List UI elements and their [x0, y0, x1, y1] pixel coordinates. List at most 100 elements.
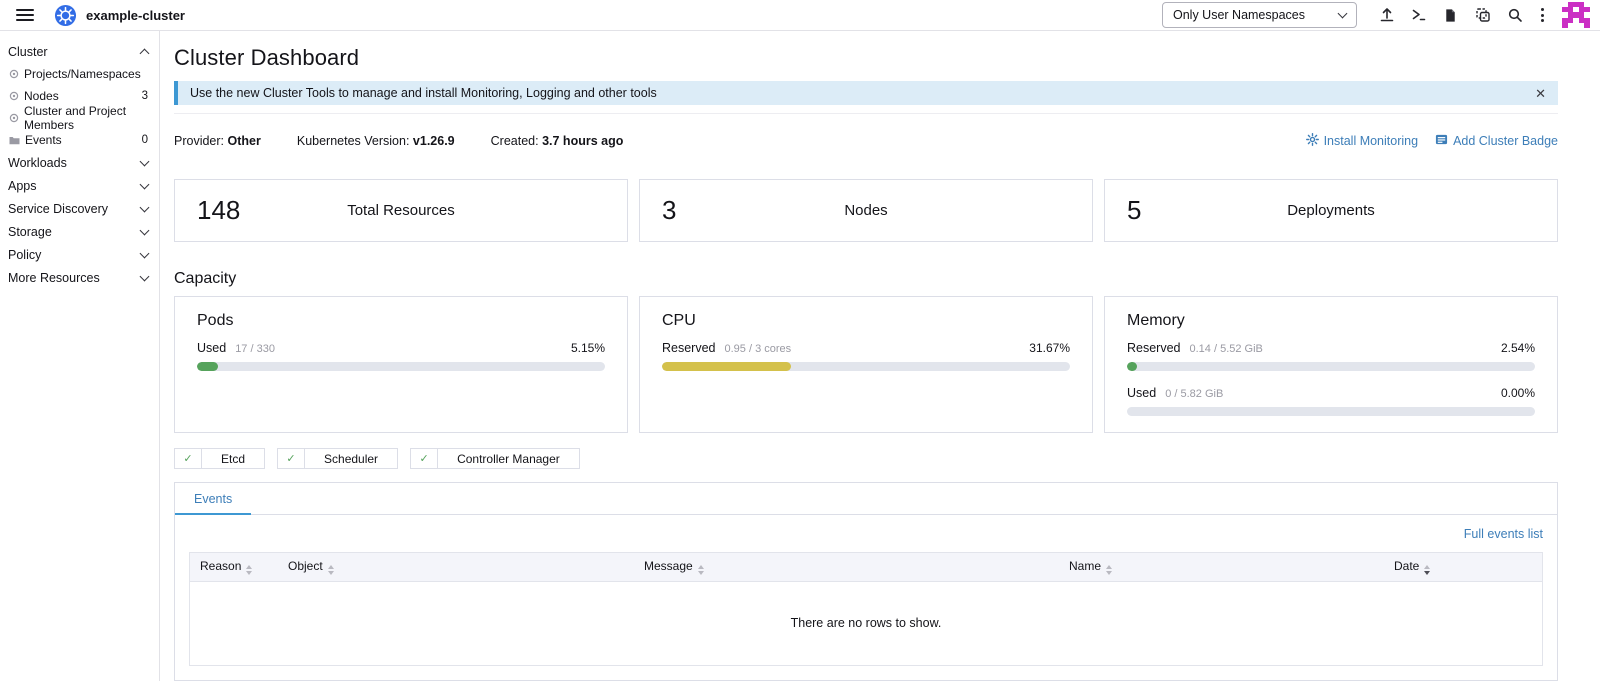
capacity-heading: Capacity	[174, 270, 1558, 288]
stats-row: 148 Total Resources 3 Nodes 5 Deployment…	[174, 179, 1558, 242]
chevron-down-icon	[140, 271, 150, 281]
install-monitoring-link[interactable]: Install Monitoring	[1306, 133, 1419, 149]
sidebar-section-label: Service Discovery	[8, 202, 108, 216]
file-icon[interactable]	[1442, 7, 1459, 24]
memory-used-gauge: Used 0 / 5.82 GiB 0.00%	[1127, 386, 1535, 416]
sidebar-item-events[interactable]: Events 0	[0, 129, 159, 151]
provider-info: Provider: Other	[174, 134, 261, 148]
pods-capacity-card: Pods Used 17 / 330 5.15%	[174, 296, 628, 433]
app-header: example-cluster Only User Namespaces	[0, 0, 1600, 31]
upload-icon[interactable]	[1378, 7, 1395, 24]
pods-title: Pods	[197, 312, 605, 330]
chevron-down-icon	[140, 225, 150, 235]
search-icon[interactable]	[1506, 7, 1523, 24]
close-icon[interactable]: ✕	[1535, 87, 1546, 100]
add-cluster-badge-link[interactable]: Add Cluster Badge	[1435, 133, 1558, 149]
column-header-object[interactable]: Object	[278, 553, 634, 581]
resource-icon	[9, 69, 19, 79]
table-header-row: Reason Object Message Name Date	[190, 553, 1542, 581]
cluster-tools-banner: Use the new Cluster Tools to manage and …	[174, 81, 1558, 105]
sidebar-item-cluster-members[interactable]: Cluster and Project Members	[0, 107, 159, 129]
main-content: Cluster Dashboard Use the new Cluster To…	[160, 31, 1600, 681]
chevron-down-icon	[140, 202, 150, 212]
page-title: Cluster Dashboard	[174, 45, 1558, 71]
sort-icon	[1106, 565, 1112, 575]
chevron-up-icon	[140, 48, 150, 58]
etcd-status-badge[interactable]: ✓ Etcd	[174, 448, 265, 469]
sidebar-section-cluster[interactable]: Cluster	[0, 40, 159, 63]
capacity-row: Pods Used 17 / 330 5.15% CPU Reser	[174, 296, 1558, 433]
sidebar-item-label: Events	[25, 133, 62, 147]
events-table: Reason Object Message Name Date There ar…	[189, 552, 1543, 666]
chevron-down-icon	[140, 248, 150, 258]
sidebar-section-storage[interactable]: Storage	[0, 220, 159, 243]
nodes-card: 3 Nodes	[639, 179, 1093, 242]
column-header-date[interactable]: Date	[1384, 553, 1542, 581]
progress-fill	[662, 362, 791, 371]
sidebar-section-label: More Resources	[8, 271, 100, 285]
gear-icon	[1306, 133, 1319, 149]
chevron-down-icon	[140, 179, 150, 189]
scheduler-status-badge[interactable]: ✓ Scheduler	[277, 448, 398, 469]
kebab-menu-icon[interactable]	[1538, 8, 1547, 22]
hamburger-menu-icon[interactable]	[16, 9, 34, 21]
copy-icon[interactable]	[1474, 7, 1491, 24]
sidebar-section-service-discovery[interactable]: Service Discovery	[0, 197, 159, 220]
sidebar-item-projects-namespaces[interactable]: Projects/Namespaces	[0, 63, 159, 85]
cpu-capacity-card: CPU Reserved 0.95 / 3 cores 31.67%	[639, 296, 1093, 433]
user-avatar[interactable]	[1562, 2, 1590, 28]
cpu-title: CPU	[662, 312, 1070, 330]
badge-icon	[1435, 133, 1448, 149]
events-panel: Events Full events list Reason Object Me…	[174, 482, 1558, 681]
total-resources-card: 148 Total Resources	[174, 179, 628, 242]
empty-row: There are no rows to show.	[190, 581, 1542, 665]
progress-track	[1127, 362, 1535, 371]
namespace-filter-dropdown[interactable]: Only User Namespaces	[1162, 2, 1357, 28]
sidebar-item-label: Nodes	[24, 89, 59, 103]
empty-state-text: There are no rows to show.	[190, 581, 1542, 665]
divider	[174, 113, 1558, 114]
memory-title: Memory	[1127, 312, 1535, 330]
column-header-name[interactable]: Name	[1059, 553, 1384, 581]
nodes-value: 3	[662, 195, 676, 226]
namespace-filter-value: Only User Namespaces	[1173, 8, 1305, 22]
sidebar-item-label: Cluster and Project Members	[24, 104, 148, 132]
progress-track	[197, 362, 605, 371]
component-status-row: ✓ Etcd ✓ Scheduler ✓ Controller Manager	[174, 448, 1558, 469]
progress-track	[1127, 407, 1535, 416]
tab-events[interactable]: Events	[175, 483, 251, 515]
sort-icon	[698, 565, 704, 575]
chevron-down-icon	[1338, 9, 1348, 19]
sidebar-item-label: Projects/Namespaces	[24, 67, 141, 81]
kubectl-shell-icon[interactable]	[1410, 7, 1427, 24]
deployments-label: Deployments	[1287, 202, 1375, 219]
cluster-name: example-cluster	[86, 8, 185, 23]
progress-fill	[197, 362, 218, 371]
memory-capacity-card: Memory Reserved 0.14 / 5.52 GiB 2.54% Us…	[1104, 296, 1558, 433]
sidebar-section-label: Storage	[8, 225, 52, 239]
full-events-list-link[interactable]: Full events list	[189, 527, 1543, 541]
tab-row: Events	[175, 483, 1557, 515]
nodes-label: Nodes	[844, 202, 887, 219]
sidebar-section-policy[interactable]: Policy	[0, 243, 159, 266]
resource-icon	[9, 113, 19, 123]
cluster-info-row: Provider: Other Kubernetes Version: v1.2…	[174, 133, 1558, 149]
check-icon: ✓	[278, 449, 305, 468]
deployments-card: 5 Deployments	[1104, 179, 1558, 242]
column-header-message[interactable]: Message	[634, 553, 1059, 581]
sidebar-section-label: Policy	[8, 248, 41, 262]
sort-icon	[328, 565, 334, 575]
kubernetes-logo-icon	[54, 4, 77, 27]
sidebar-section-label: Apps	[8, 179, 37, 193]
column-header-reason[interactable]: Reason	[190, 553, 278, 581]
sidebar-item-count: 0	[142, 134, 148, 146]
sort-icon	[246, 565, 252, 575]
sidebar-section-more-resources[interactable]: More Resources	[0, 266, 159, 289]
controller-manager-status-badge[interactable]: ✓ Controller Manager	[410, 448, 580, 469]
chevron-down-icon	[140, 156, 150, 166]
sidebar-section-apps[interactable]: Apps	[0, 174, 159, 197]
total-resources-value: 148	[197, 195, 240, 226]
sidebar-section-workloads[interactable]: Workloads	[0, 151, 159, 174]
folder-icon	[9, 136, 20, 145]
memory-reserved-gauge: Reserved 0.14 / 5.52 GiB 2.54%	[1127, 341, 1535, 371]
